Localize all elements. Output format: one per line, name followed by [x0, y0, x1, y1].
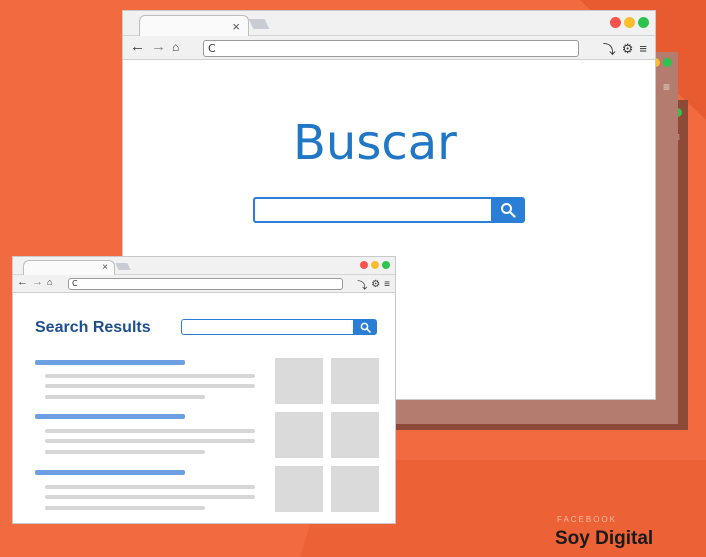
tab-close-icon[interactable]: ×	[102, 263, 108, 273]
page-heading: Buscar	[293, 115, 457, 171]
tab-close-icon[interactable]: ×	[232, 20, 240, 33]
minimize-window-dot[interactable]	[371, 261, 379, 269]
forward-arrow-icon[interactable]: →	[151, 38, 166, 55]
home-icon[interactable]: ⌂	[47, 277, 52, 287]
results-search-input[interactable]	[181, 319, 353, 335]
home-icon[interactable]: ⌂	[172, 40, 179, 54]
result-link[interactable]	[35, 414, 185, 419]
address-bar[interactable]: C	[68, 278, 343, 290]
gear-icon[interactable]: ⚙	[622, 41, 634, 57]
gear-icon[interactable]: ⚙	[371, 279, 380, 290]
image-thumbnail[interactable]	[275, 466, 323, 512]
browser-toolbar: ← → ⌂ C ⤵ ⚙ ≡	[123, 36, 655, 60]
menu-icon: ≡	[662, 80, 670, 94]
results-browser-window: × ← → ⌂ C ⤵ ⚙ ≡ Search Results	[12, 256, 396, 524]
maximize-window-dot[interactable]	[638, 17, 649, 28]
close-window-dot[interactable]	[360, 261, 368, 269]
browser-toolbar: ← → ⌂ C ⤵ ⚙ ≡	[13, 275, 395, 293]
result-snippet-line	[45, 439, 255, 443]
address-bar[interactable]: C	[203, 40, 579, 57]
result-snippet-line	[45, 450, 205, 454]
result-snippet-line	[45, 395, 205, 399]
menu-icon[interactable]: ≡	[384, 279, 390, 290]
window-controls	[610, 17, 649, 28]
results-heading: Search Results	[35, 319, 151, 336]
back-arrow-icon[interactable]: ←	[17, 276, 28, 288]
menu-icon[interactable]: ≡	[639, 41, 647, 56]
brand-label-facebook: FACEBOOK	[557, 515, 618, 524]
image-thumbnail[interactable]	[275, 412, 323, 458]
reload-icon[interactable]: C	[208, 42, 216, 55]
image-thumbnail[interactable]	[331, 466, 379, 512]
image-thumbnail[interactable]	[331, 358, 379, 404]
reload-icon[interactable]: C	[72, 279, 78, 288]
title-bar: ×	[13, 257, 395, 276]
result-snippet-line	[45, 384, 255, 388]
results-search-box	[181, 319, 377, 335]
result-link[interactable]	[35, 470, 185, 475]
result-snippet-line	[45, 485, 255, 489]
search-icon	[360, 322, 371, 333]
window-controls	[360, 261, 390, 269]
browser-tab[interactable]: ×	[23, 260, 115, 276]
result-snippet-line	[45, 506, 205, 510]
forward-arrow-icon[interactable]: →	[32, 276, 43, 288]
title-bar: ×	[123, 11, 655, 37]
main-search-box	[253, 197, 525, 223]
brand-label-soy-digital: Soy Digital	[555, 528, 654, 549]
search-input[interactable]	[253, 197, 491, 223]
result-snippet-line	[45, 374, 255, 378]
results-search-button[interactable]	[353, 319, 377, 335]
new-tab-button[interactable]	[115, 263, 131, 270]
result-snippet-line	[45, 429, 255, 433]
image-thumbnail[interactable]	[275, 358, 323, 404]
branch-icon[interactable]: ⤵	[603, 39, 616, 58]
new-tab-button[interactable]	[248, 19, 270, 29]
search-icon	[501, 203, 516, 218]
illustration: ≡ ≡ × ← → ⌂ C	[0, 0, 706, 557]
image-thumbnail[interactable]	[331, 412, 379, 458]
close-window-dot[interactable]	[610, 17, 621, 28]
back-arrow-icon[interactable]: ←	[130, 38, 145, 55]
browser-tab[interactable]: ×	[139, 15, 249, 37]
minimize-window-dot[interactable]	[624, 17, 635, 28]
result-snippet-line	[45, 495, 255, 499]
maximize-window-dot[interactable]	[382, 261, 390, 269]
result-link[interactable]	[35, 360, 185, 365]
search-button[interactable]	[491, 197, 525, 223]
branch-icon[interactable]: ⤵	[357, 277, 367, 292]
